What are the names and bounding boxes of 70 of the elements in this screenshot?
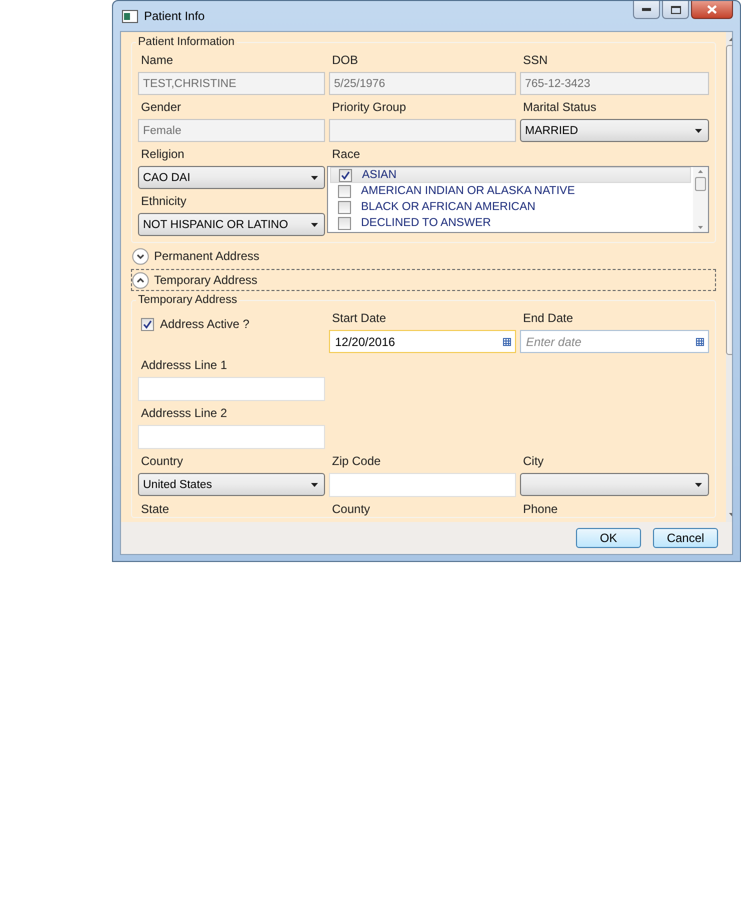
caret-icon xyxy=(311,222,318,226)
date-field[interactable]: Enter date xyxy=(520,330,709,353)
checkbox[interactable] xyxy=(338,200,351,214)
input-field[interactable] xyxy=(138,377,325,401)
dropdown[interactable] xyxy=(520,473,709,496)
window-title: Patient Info xyxy=(144,9,205,23)
date-input[interactable]: Enter date xyxy=(521,331,692,352)
readonly-field: TEST,CHRISTINE xyxy=(138,72,325,95)
chevron-icon xyxy=(132,248,149,264)
maximize-icon xyxy=(670,6,680,14)
input-field[interactable] xyxy=(329,473,516,497)
minimize-button[interactable] xyxy=(633,1,660,19)
input-field[interactable] xyxy=(138,425,325,449)
caret-icon xyxy=(311,482,318,486)
field-label: Zip Code xyxy=(331,454,382,469)
checkbox[interactable] xyxy=(338,184,351,198)
field-label: County xyxy=(331,502,372,517)
expander-header[interactable]: Temporary Address xyxy=(131,269,716,291)
caret-icon xyxy=(695,128,702,132)
dropdown[interactable]: MARRIED xyxy=(520,119,709,142)
checkbox[interactable] xyxy=(339,168,352,182)
list-item[interactable]: DECLINED TO ANSWER xyxy=(330,215,691,231)
field-label: DOB xyxy=(331,53,360,68)
readonly-field: 5/25/1976 xyxy=(329,72,516,95)
maximize-button[interactable] xyxy=(662,1,689,19)
list-item[interactable]: ASIAN xyxy=(330,167,691,183)
dialog-button[interactable]: Cancel xyxy=(653,528,718,548)
calendar-icon[interactable] xyxy=(696,338,704,346)
field-label: Country xyxy=(140,454,184,469)
field-label: Phone xyxy=(522,502,559,517)
field-label: Addresss Line 2 xyxy=(140,406,228,421)
field-label: State xyxy=(140,502,170,517)
scroll-up-icon[interactable] xyxy=(698,170,703,173)
date-field[interactable]: 12/20/2016 xyxy=(329,330,516,353)
dropdown[interactable]: United States xyxy=(138,473,325,496)
checkbox[interactable] xyxy=(338,216,351,230)
close-icon xyxy=(707,5,717,14)
field-label: Start Date xyxy=(331,311,388,326)
field-label: Religion xyxy=(140,147,186,162)
scroll-down-icon[interactable] xyxy=(698,226,703,229)
field-label: SSN xyxy=(522,53,549,68)
list-item[interactable]: AMERICAN INDIAN OR ALASKA NATIVE xyxy=(330,183,691,199)
field-label: Ethnicity xyxy=(140,194,188,209)
field-label: City xyxy=(522,454,545,469)
expander-header[interactable]: Permanent Address xyxy=(131,245,716,267)
minimize-icon xyxy=(642,8,651,11)
readonly-field: Female xyxy=(138,119,325,142)
dropdown[interactable]: NOT HISPANIC OR LATINO xyxy=(138,213,325,236)
dropdown[interactable]: CAO DAI xyxy=(138,166,325,189)
dialog-button[interactable]: OK xyxy=(576,528,641,548)
field-label: Name xyxy=(140,53,174,68)
field-label: Addresss Line 1 xyxy=(140,358,228,373)
window-icon xyxy=(122,10,138,22)
close-button[interactable] xyxy=(691,1,733,19)
caret-icon xyxy=(311,176,318,180)
field-label: Race xyxy=(331,147,362,162)
field-label: End Date xyxy=(522,311,574,326)
caret-icon xyxy=(695,482,702,486)
checkbox[interactable] xyxy=(141,318,154,330)
field-label: Marital Status xyxy=(522,100,598,115)
group-title: Patient Information xyxy=(137,36,236,48)
group-title: Temporary Address xyxy=(137,294,238,306)
date-input[interactable]: 12/20/2016 xyxy=(330,331,499,352)
calendar-icon[interactable] xyxy=(503,338,511,346)
checkbox-label: Address Active ? xyxy=(160,317,250,331)
field-label: Gender xyxy=(140,100,182,115)
field-label: Priority Group xyxy=(331,100,408,115)
readonly-field: 765-12-3423 xyxy=(520,72,709,95)
chevron-icon xyxy=(132,272,149,288)
list-item[interactable]: BLACK OR AFRICAN AMERICAN xyxy=(330,199,691,215)
